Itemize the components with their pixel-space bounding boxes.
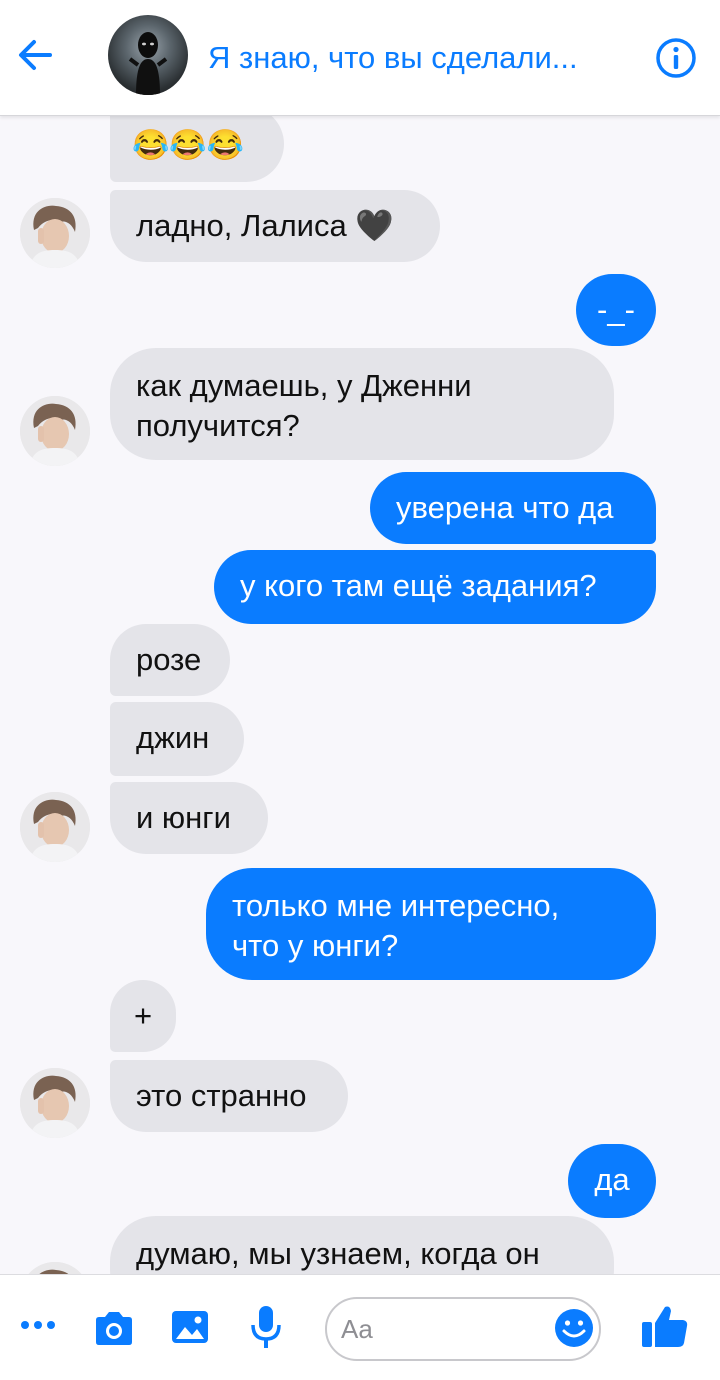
info-button[interactable] [654,36,698,80]
message-input-field[interactable] [325,1297,601,1361]
person-photo [20,1068,90,1138]
person-photo [20,396,90,466]
message-outgoing[interactable]: уверена что да [370,472,656,544]
camera-button[interactable] [92,1309,136,1349]
microphone-icon [251,1306,281,1348]
message-incoming[interactable]: розе [110,624,230,696]
image-icon [172,1311,208,1343]
gallery-button[interactable] [170,1307,210,1347]
message-text: + [133,998,153,1033]
person-photo [20,792,90,862]
message-text: -_- [597,292,635,327]
conversation-avatar[interactable] [108,15,188,95]
message-text: и юнги [136,800,231,835]
message-outgoing[interactable]: -_- [576,274,656,346]
message-text-line: только мне интересно, [232,888,560,923]
masked-figure-image [128,32,168,95]
message-incoming[interactable]: 😂😂😂 [110,106,284,182]
message-input[interactable] [341,1309,541,1349]
message-text: ладно, Лалиса 🖤 [136,208,394,243]
message-text-line: получится? [136,408,300,443]
sender-avatar[interactable] [20,198,90,268]
message-text: думаю, мы узнаем, когда он [136,1236,540,1271]
message-incoming[interactable]: джин [110,702,244,776]
arrow-left-icon [19,40,52,70]
sender-avatar[interactable] [20,792,90,862]
message-incoming[interactable]: и юнги [110,782,268,854]
message-text-line: как думаешь, у Дженни [136,368,472,403]
message-incoming[interactable]: ладно, Лалиса 🖤 [110,190,440,262]
message-text: это странно [136,1078,307,1113]
message-incoming[interactable]: это странно [110,1060,348,1132]
more-button[interactable] [20,1317,56,1333]
person-photo [20,198,90,268]
emoji-icon [555,1309,593,1347]
sender-avatar[interactable] [20,396,90,466]
message-outgoing[interactable]: у кого там ещё задания? [214,550,656,624]
thumbs-up-icon [642,1306,688,1347]
like-button[interactable] [640,1303,690,1349]
info-icon [656,38,696,78]
message-text-line: что у юнги? [232,928,399,963]
message-incoming[interactable]: + [110,980,176,1052]
message-outgoing[interactable]: да [568,1144,656,1218]
message-outgoing[interactable]: только мне интересно, что у юнги? [206,868,656,980]
message-incoming[interactable]: как думаешь, у Дженни получится? [110,348,614,460]
camera-icon [96,1312,132,1345]
emoji-button[interactable] [553,1307,595,1349]
microphone-button[interactable] [248,1303,284,1351]
more-icon [21,1321,55,1329]
message-text: да [594,1162,630,1197]
message-text: 😂😂😂 [132,129,245,162]
back-button[interactable] [14,34,56,76]
message-text: розе [136,642,202,677]
message-composer [0,1274,720,1380]
conversation-header: Я знаю, что вы сделали... [0,0,720,116]
sender-avatar[interactable] [20,1068,90,1138]
message-text: уверена что да [396,490,614,525]
message-text: джин [136,720,210,755]
conversation-title[interactable]: Я знаю, что вы сделали... [208,40,628,76]
message-text: у кого там ещё задания? [240,568,597,603]
